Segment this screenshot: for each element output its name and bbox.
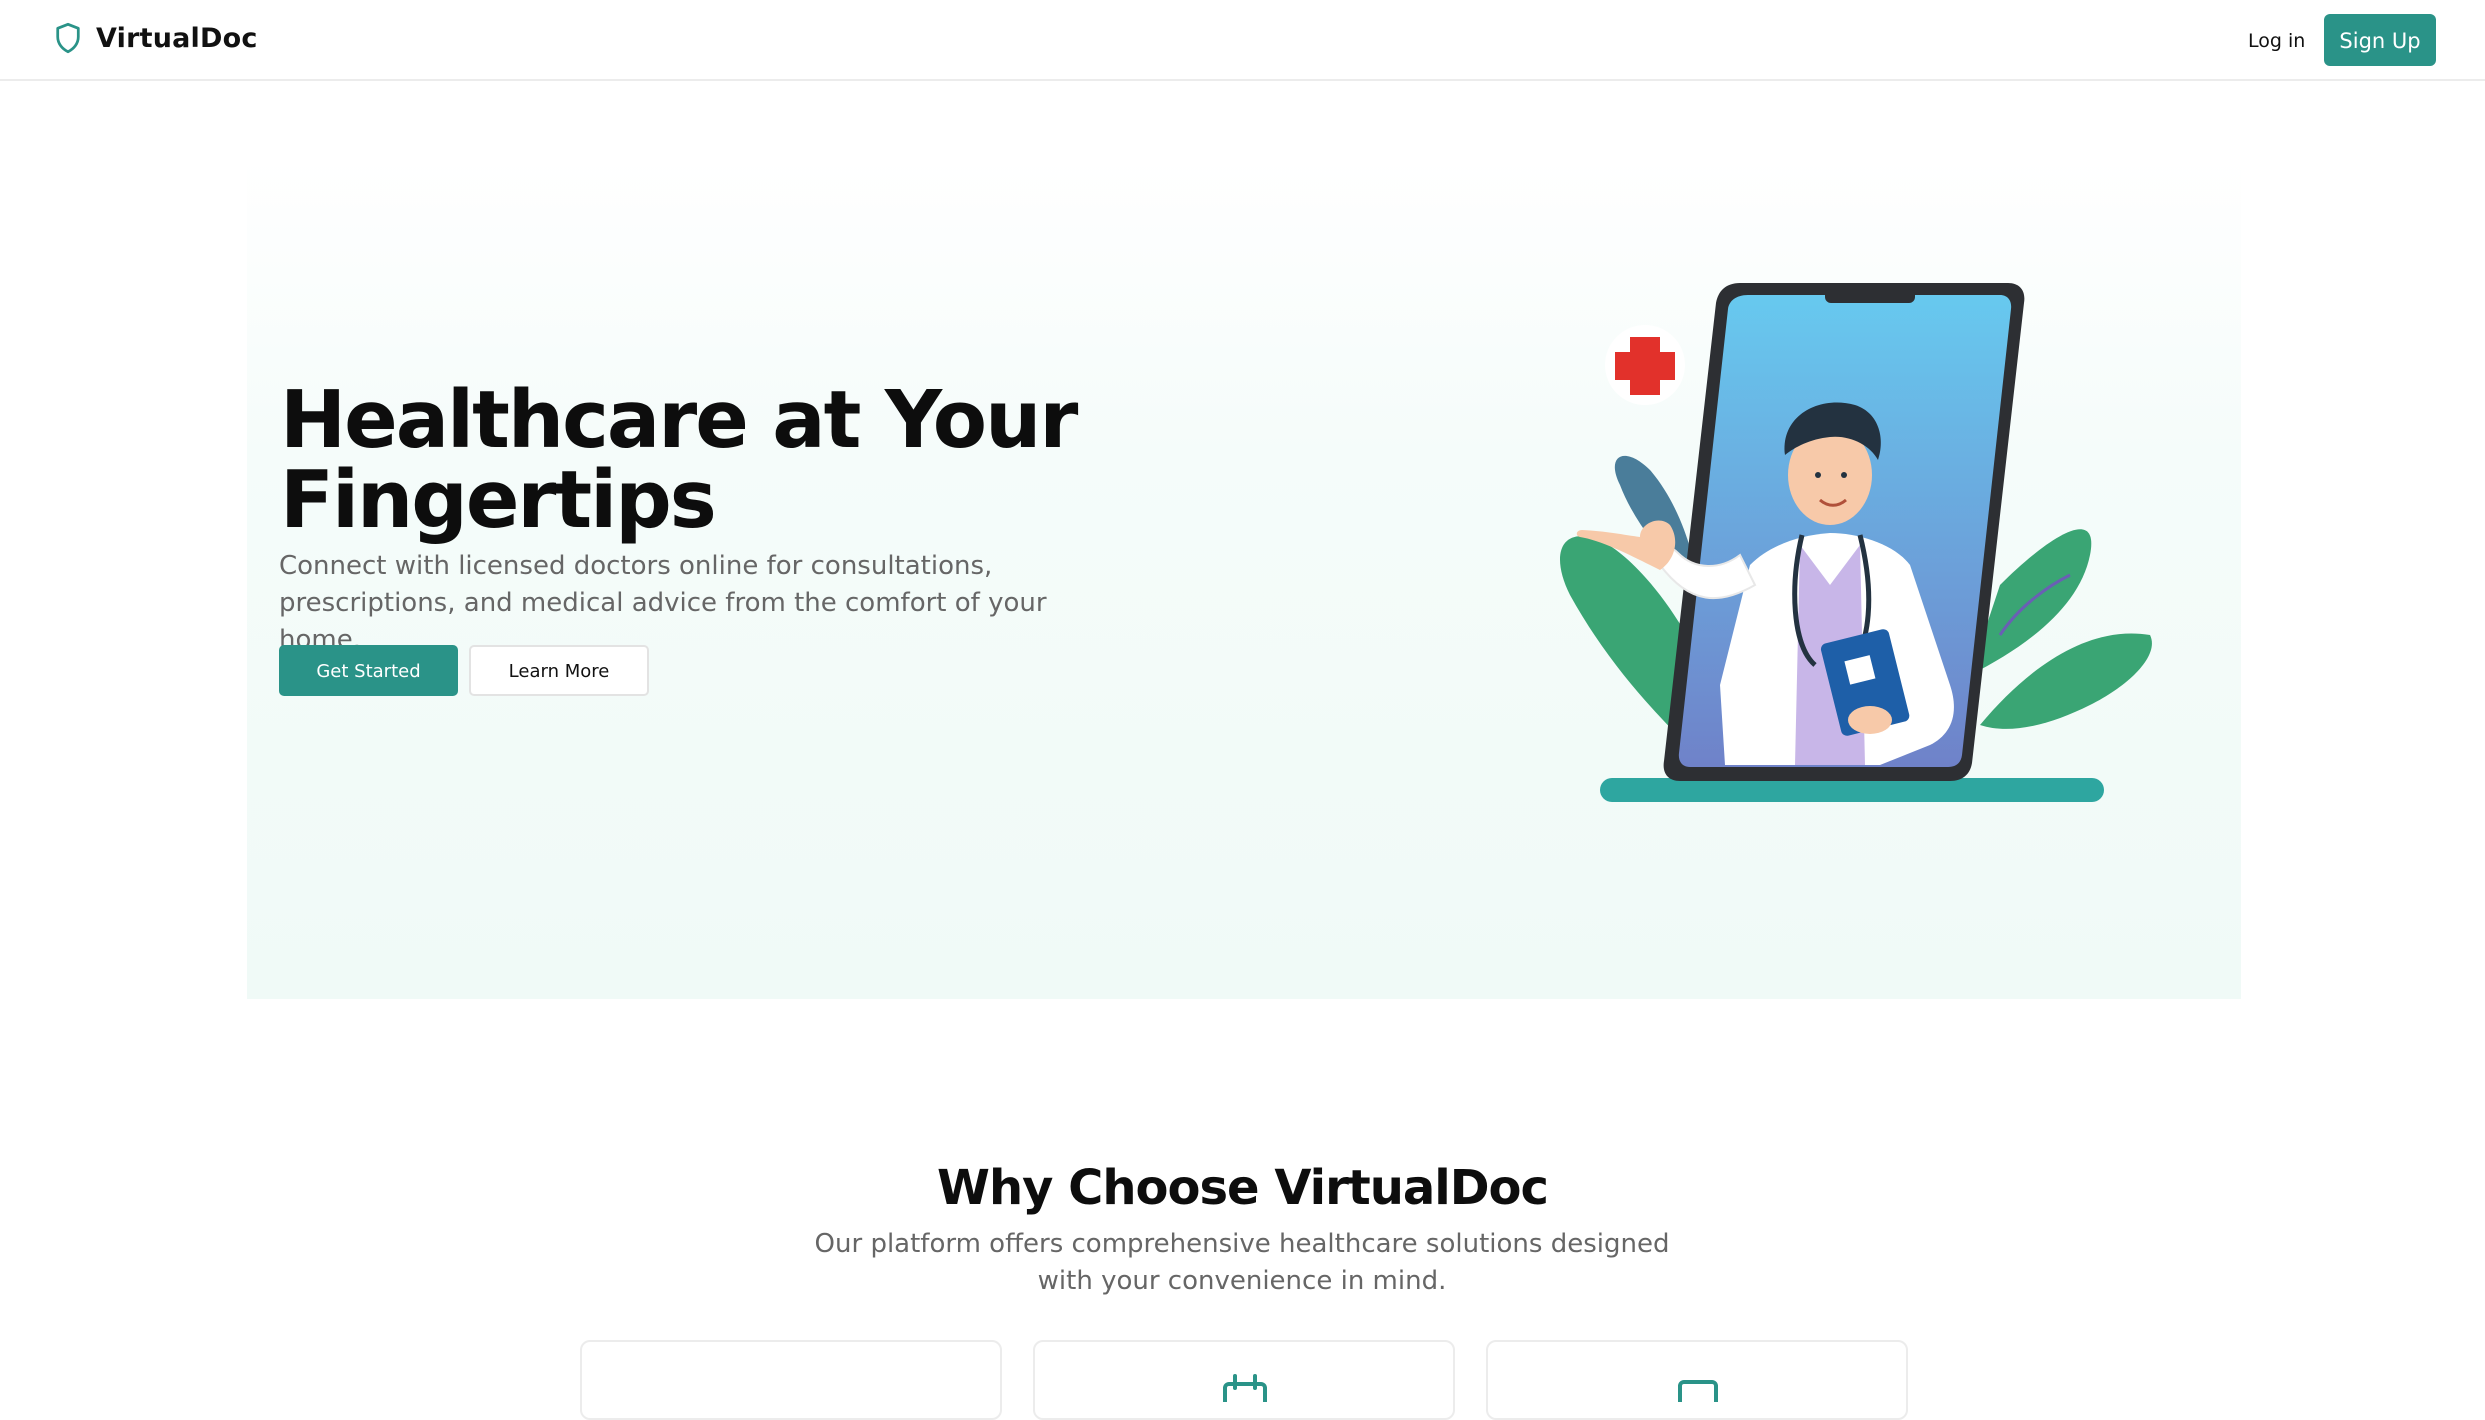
feature-card xyxy=(1486,1340,1908,1420)
get-started-button[interactable]: Get Started xyxy=(279,645,458,696)
brand-logo[interactable]: VirtualDoc xyxy=(54,22,258,54)
calendar-icon xyxy=(1223,1374,1267,1402)
doctor-on-phone-illustration xyxy=(1560,283,2152,802)
login-button[interactable]: Log in xyxy=(2236,22,2317,60)
features-title: Why Choose VirtualDoc xyxy=(937,1160,1549,1216)
hero-title: Healthcare at Your Fingertips xyxy=(280,374,1078,546)
features-description: Our platform offers comprehensive health… xyxy=(814,1229,1670,1296)
video-icon xyxy=(1678,1380,1718,1402)
hero-description: Connect with licensed doctors online for… xyxy=(279,551,1047,655)
navbar: VirtualDoc Log in Sign Up xyxy=(0,0,2485,81)
learn-more-button[interactable]: Learn More xyxy=(469,645,649,696)
shield-icon xyxy=(56,22,80,54)
feature-card xyxy=(580,1340,1002,1420)
feature-card xyxy=(1033,1340,1455,1420)
signup-button[interactable]: Sign Up xyxy=(2324,14,2436,66)
brand-name: VirtualDoc xyxy=(96,22,258,54)
